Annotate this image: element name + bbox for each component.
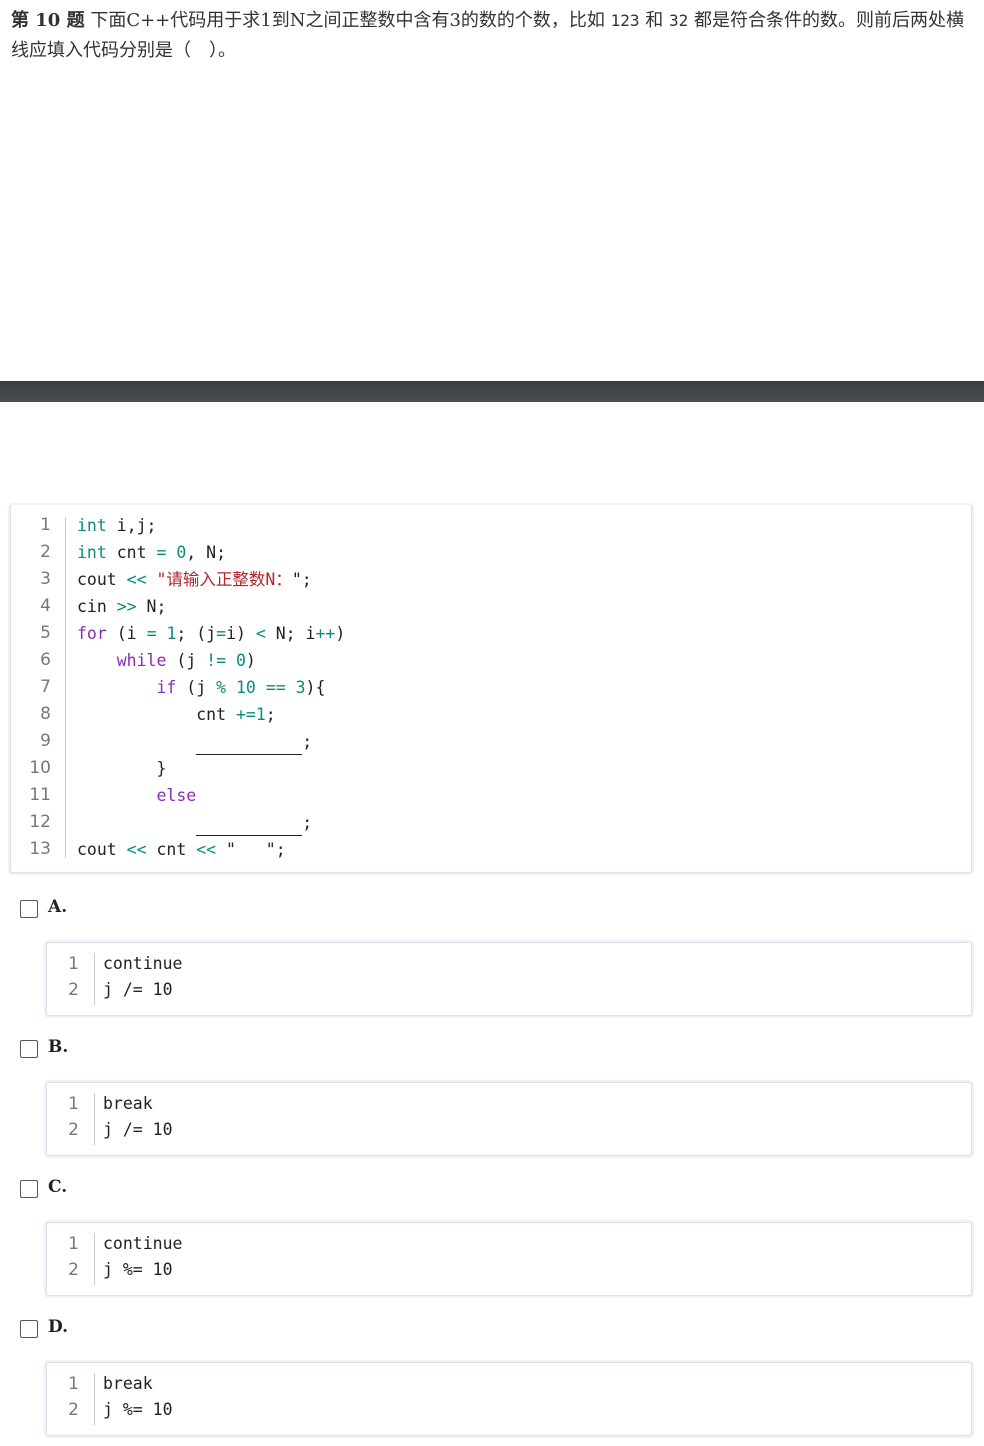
line-number: 8 (40, 704, 51, 724)
code-line-10: 10 } (11, 755, 971, 782)
line-number: 2 (68, 980, 79, 1000)
question-body-2: 和 (639, 10, 669, 31)
code-line-8: 8 cnt +=1; (11, 701, 971, 728)
code-line-1: 1 int i,j; (11, 512, 971, 539)
option-a-label: A. (48, 897, 68, 917)
option-c-line-2: 2j %= 10 (47, 1257, 971, 1283)
option-a-line-2: 2j /= 10 (47, 977, 971, 1003)
option-d-checkbox[interactable] (20, 1320, 38, 1338)
line-number: 3 (40, 569, 51, 589)
option-d-line-2: 2j %= 10 (47, 1397, 971, 1423)
line-number: 5 (40, 623, 51, 643)
line-number: 11 (29, 785, 51, 805)
code-line-6: 6 while (j != 0) (11, 647, 971, 674)
line-number: 4 (40, 596, 51, 616)
line-number: 9 (40, 731, 51, 751)
option-b-label: B. (48, 1037, 69, 1057)
line-number: 6 (40, 650, 51, 670)
line-number: 1 (68, 954, 79, 974)
option-b-code: 1 break 2j /= 10 (46, 1082, 972, 1156)
question-number: 第 10 题 (11, 10, 85, 31)
line-number: 2 (68, 1120, 79, 1140)
option-d-label: D. (48, 1317, 69, 1337)
option-c-checkbox[interactable] (20, 1180, 38, 1198)
code-line-11: 11 else (11, 782, 971, 809)
code-line-13: 13 cout << cnt << " "; (11, 836, 971, 863)
code-line-3: 3 cout << "请输入正整数N："; (11, 566, 971, 593)
option-a-checkbox[interactable] (20, 900, 38, 918)
code-line-9: 9 ; (11, 728, 971, 755)
option-b-checkbox[interactable] (20, 1040, 38, 1058)
section-divider-bar (0, 381, 984, 402)
line-number: 10 (29, 758, 51, 778)
option-a-code: 1 continue 2j /= 10 (46, 942, 972, 1016)
line-number: 1 (68, 1374, 79, 1394)
line-number: 1 (40, 515, 51, 535)
option-b-line-1: 1 break (47, 1091, 971, 1117)
code-line-4: 4 cin >> N; (11, 593, 971, 620)
option-c-code: 1 continue 2j %= 10 (46, 1222, 972, 1296)
option-b-line-2: 2j /= 10 (47, 1117, 971, 1143)
option-c-line-1: 1 continue (47, 1231, 971, 1257)
code-line-7: 7 if (j % 10 == 3){ (11, 674, 971, 701)
line-number: 7 (40, 677, 51, 697)
option-d-code: 1 break 2j %= 10 (46, 1362, 972, 1436)
example-number-1: 123 (610, 11, 640, 30)
option-a-line-1: 1 continue (47, 951, 971, 977)
line-number: 1 (68, 1234, 79, 1254)
option-c-label: C. (48, 1177, 68, 1197)
main-code-block: 1 int i,j; 2 int cnt = 0, N; 3 cout << "请输入… (10, 505, 972, 873)
line-number: 12 (29, 812, 51, 832)
line-number: 1 (68, 1094, 79, 1114)
example-number-2: 32 (669, 11, 689, 30)
line-number: 2 (40, 542, 51, 562)
answer-blank-1 (196, 734, 303, 755)
code-line-5: 5 for (i = 1; (j=i) < N; i++) (11, 620, 971, 647)
question-text: 第 10 题 下面C++代码用于求1到N之间正整数中含有3的数的个数，比如 12… (11, 6, 973, 66)
line-number: 2 (68, 1260, 79, 1280)
question-body-1: 下面C++代码用于求1到N之间正整数中含有3的数的个数，比如 (90, 10, 611, 31)
code-line-2: 2 int cnt = 0, N; (11, 539, 971, 566)
line-number: 13 (29, 839, 51, 859)
answer-blank-2 (196, 815, 303, 836)
line-number: 2 (68, 1400, 79, 1420)
code-line-12: 12 ; (11, 809, 971, 836)
option-d-line-1: 1 break (47, 1371, 971, 1397)
